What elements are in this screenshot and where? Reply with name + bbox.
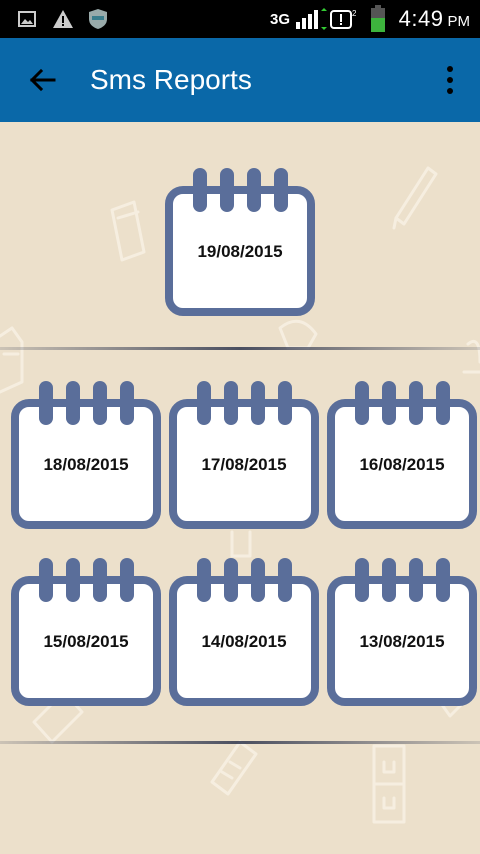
network-type: 3G xyxy=(270,10,291,28)
calendar-icon xyxy=(165,168,315,316)
battery-icon xyxy=(370,0,386,38)
more-vert-icon xyxy=(447,66,453,94)
calendar-icon xyxy=(327,558,477,706)
ampm-text: PM xyxy=(447,13,471,30)
report-date-button[interactable]: 18/08/2015 xyxy=(11,379,161,529)
notification-icon: 2 xyxy=(330,0,356,38)
report-date-button[interactable]: 14/08/2015 xyxy=(169,556,319,706)
time-text: 4:49 xyxy=(398,6,444,31)
calendar-icon xyxy=(169,558,319,706)
shield-icon xyxy=(88,0,108,38)
report-date-label: 18/08/2015 xyxy=(43,455,129,474)
report-date-button[interactable]: 13/08/2015 xyxy=(327,556,477,706)
report-date-button[interactable]: 19/08/2015 xyxy=(165,166,315,316)
report-date-label: 19/08/2015 xyxy=(197,242,283,261)
overflow-menu-button[interactable] xyxy=(444,64,456,96)
report-date-label: 17/08/2015 xyxy=(201,455,287,474)
divider xyxy=(0,347,480,350)
back-button[interactable] xyxy=(24,62,60,98)
report-date-label: 16/08/2015 xyxy=(359,455,445,474)
svg-text:2: 2 xyxy=(352,9,356,18)
warning-icon xyxy=(52,0,74,38)
calendar-icon xyxy=(169,381,319,529)
divider xyxy=(0,741,480,744)
app-bar: Sms Reports xyxy=(0,38,480,122)
calendar-icon xyxy=(327,381,477,529)
report-date-label: 15/08/2015 xyxy=(43,632,129,651)
report-date-button[interactable]: 17/08/2015 xyxy=(169,379,319,529)
calendar-icon xyxy=(11,381,161,529)
signal-icon xyxy=(296,0,328,38)
calendar-icon xyxy=(11,558,161,706)
report-date-label: 13/08/2015 xyxy=(359,632,445,651)
reports-grid: 19/08/2015 18/08/2015 17/08/2015 16/08/2… xyxy=(0,122,480,854)
image-icon xyxy=(18,0,36,38)
arrow-back-icon xyxy=(29,68,56,92)
status-bar: 3G 2 4:49 PM xyxy=(0,0,480,38)
clock: 4:49 PM xyxy=(399,0,470,38)
report-date-label: 14/08/2015 xyxy=(201,632,287,651)
report-date-button[interactable]: 15/08/2015 xyxy=(11,556,161,706)
page-title: Sms Reports xyxy=(90,64,252,95)
report-date-button[interactable]: 16/08/2015 xyxy=(327,379,477,529)
